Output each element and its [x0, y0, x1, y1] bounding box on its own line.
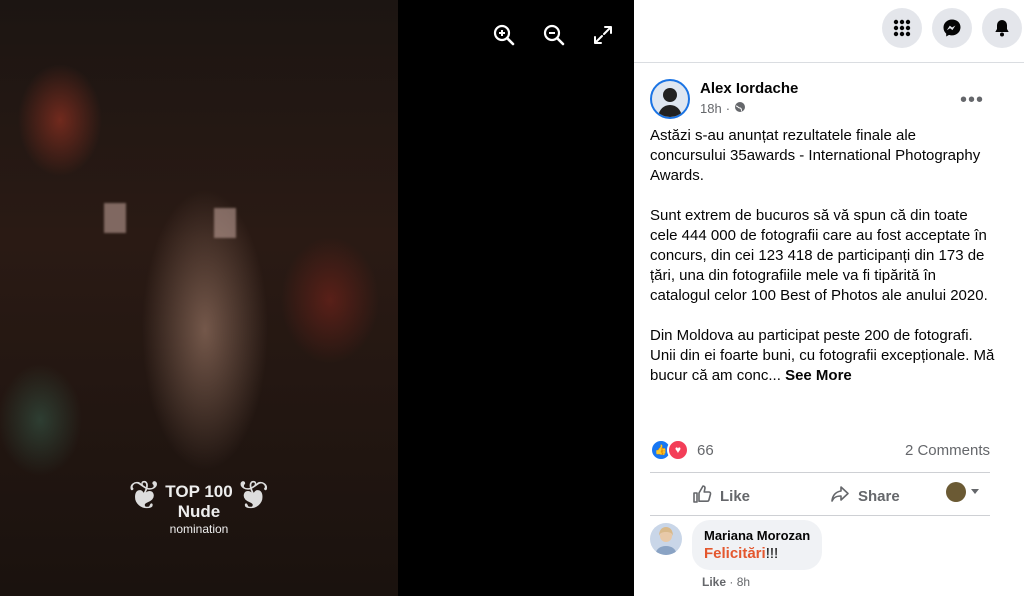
share-label: Share: [858, 487, 900, 505]
like-label: Like: [720, 487, 751, 505]
comment-bubble: Mariana Morozan Felicitări!!!: [692, 520, 823, 570]
comment-meta: Like · 8h: [702, 575, 750, 589]
more-options-icon[interactable]: •••: [960, 89, 984, 112]
comment-text: Felicitări!!!: [704, 545, 810, 562]
post-panel: Alex Iordache 18h · ••• Astăzi s-au anun…: [634, 63, 1024, 596]
reaction-count: 66: [697, 441, 714, 459]
author-name[interactable]: Alex Iordache: [700, 80, 798, 97]
post-text: Astăzi s-au anunțat rezultatele finale a…: [650, 126, 995, 386]
award-line-2: Nude: [177, 502, 221, 521]
divider: [650, 515, 990, 516]
commenter-avatar[interactable]: [650, 523, 682, 555]
share-button[interactable]: Share: [830, 484, 900, 508]
censor-patch: [104, 203, 126, 233]
reaction-audience-selector[interactable]: [946, 482, 980, 502]
notifications-icon[interactable]: [982, 8, 1022, 48]
caret-down-icon: [970, 483, 980, 501]
post-paragraph: Astăzi s-au anunțat rezultatele finale a…: [650, 127, 981, 184]
reactions-summary[interactable]: 👍 ♥ 66: [650, 439, 714, 461]
messenger-icon[interactable]: [932, 8, 972, 48]
fullscreen-icon[interactable]: [590, 22, 616, 48]
share-icon: [830, 484, 850, 508]
award-line-1: TOP 100: [165, 482, 233, 501]
menu-grid-icon[interactable]: [882, 8, 922, 48]
comment-highlight-word: Felicitări: [704, 545, 766, 562]
comments-count-link[interactable]: 2 Comments: [905, 442, 990, 459]
post-paragraph: Din Moldova au participat peste 200 de f…: [650, 326, 995, 386]
comment-meta-separator: ·: [726, 575, 737, 589]
top-bar: [634, 0, 1024, 63]
zoom-in-icon[interactable]: [491, 22, 517, 48]
post-time: 18h ·: [700, 101, 746, 116]
love-reaction-icon: ♥: [667, 439, 689, 461]
post-photo[interactable]: ❦ ❦ TOP 100 Nude nomination: [0, 0, 398, 596]
like-button[interactable]: Like: [692, 484, 750, 508]
comment-like-button[interactable]: Like: [702, 575, 726, 589]
profile-mini-avatar: [946, 482, 966, 502]
see-more-link[interactable]: See More: [785, 367, 852, 384]
censor-patch: [214, 208, 236, 238]
zoom-out-icon[interactable]: [541, 22, 567, 48]
comment-time[interactable]: 8h: [737, 575, 750, 589]
globe-icon: [734, 101, 746, 116]
thumbs-up-icon: [692, 484, 712, 508]
author-avatar[interactable]: [650, 79, 690, 119]
award-line-3: nomination: [169, 522, 229, 536]
divider: [650, 472, 990, 473]
separator-dot: ·: [725, 101, 731, 116]
award-badge: ❦ ❦ TOP 100 Nude nomination: [128, 474, 270, 550]
post-time-text[interactable]: 18h: [700, 101, 722, 116]
commenter-name[interactable]: Mariana Morozan: [704, 528, 810, 543]
comment-suffix: !!!: [765, 545, 779, 562]
photo-viewer: ❦ ❦ TOP 100 Nude nomination: [0, 0, 634, 596]
post-paragraph: Sunt extrem de bucuros să vă spun că din…: [650, 207, 988, 304]
